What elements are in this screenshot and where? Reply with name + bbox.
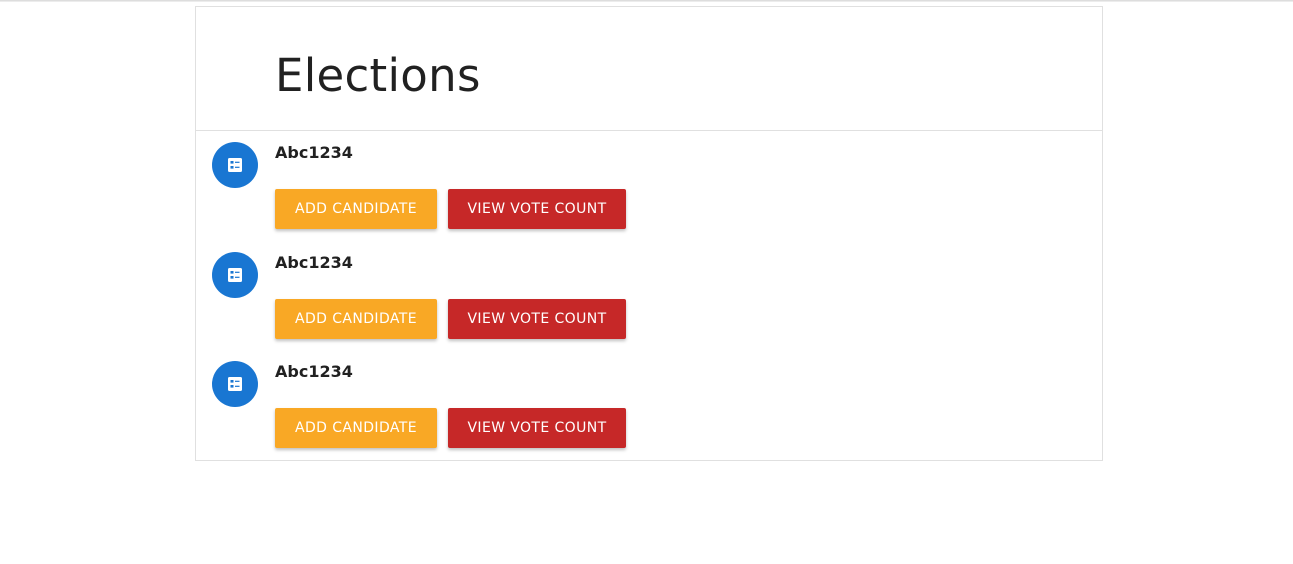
election-name: Abc1234 bbox=[275, 362, 353, 381]
election-actions: ADD CANDIDATE VIEW VOTE COUNT bbox=[275, 189, 626, 229]
election-actions: ADD CANDIDATE VIEW VOTE COUNT bbox=[275, 408, 626, 448]
elections-card: Elections Abc1234 ADD CANDIDATE VIEW VOT bbox=[195, 6, 1103, 461]
ballot-icon bbox=[227, 376, 243, 392]
add-candidate-button[interactable]: ADD CANDIDATE bbox=[275, 298, 437, 339]
avatar bbox=[212, 251, 258, 298]
election-item: Abc1234 ADD CANDIDATE VIEW VOTE COUNT bbox=[196, 350, 1102, 460]
election-name: Abc1234 bbox=[275, 252, 353, 272]
view-vote-count-button[interactable]: VIEW VOTE COUNT bbox=[448, 189, 626, 229]
ballot-icon bbox=[227, 157, 243, 173]
add-candidate-button[interactable]: ADD CANDIDATE bbox=[275, 408, 437, 448]
view-vote-count-button[interactable]: VIEW VOTE COUNT bbox=[448, 298, 626, 339]
elections-list: Abc1234 ADD CANDIDATE VIEW VOTE COUNT Ab… bbox=[196, 131, 1102, 460]
page-title: Elections bbox=[275, 49, 481, 102]
add-candidate-button[interactable]: ADD CANDIDATE bbox=[275, 189, 437, 229]
election-item: Abc1234 ADD CANDIDATE VIEW VOTE COUNT bbox=[196, 241, 1102, 351]
ballot-icon bbox=[227, 267, 243, 283]
card-header: Elections bbox=[196, 7, 1102, 131]
election-item: Abc1234 ADD CANDIDATE VIEW VOTE COUNT bbox=[196, 131, 1102, 241]
avatar bbox=[212, 142, 258, 188]
top-divider bbox=[0, 0, 1293, 2]
election-name: Abc1234 bbox=[275, 143, 353, 162]
avatar bbox=[212, 361, 258, 407]
view-vote-count-button[interactable]: VIEW VOTE COUNT bbox=[448, 408, 626, 448]
election-actions: ADD CANDIDATE VIEW VOTE COUNT bbox=[275, 298, 626, 339]
